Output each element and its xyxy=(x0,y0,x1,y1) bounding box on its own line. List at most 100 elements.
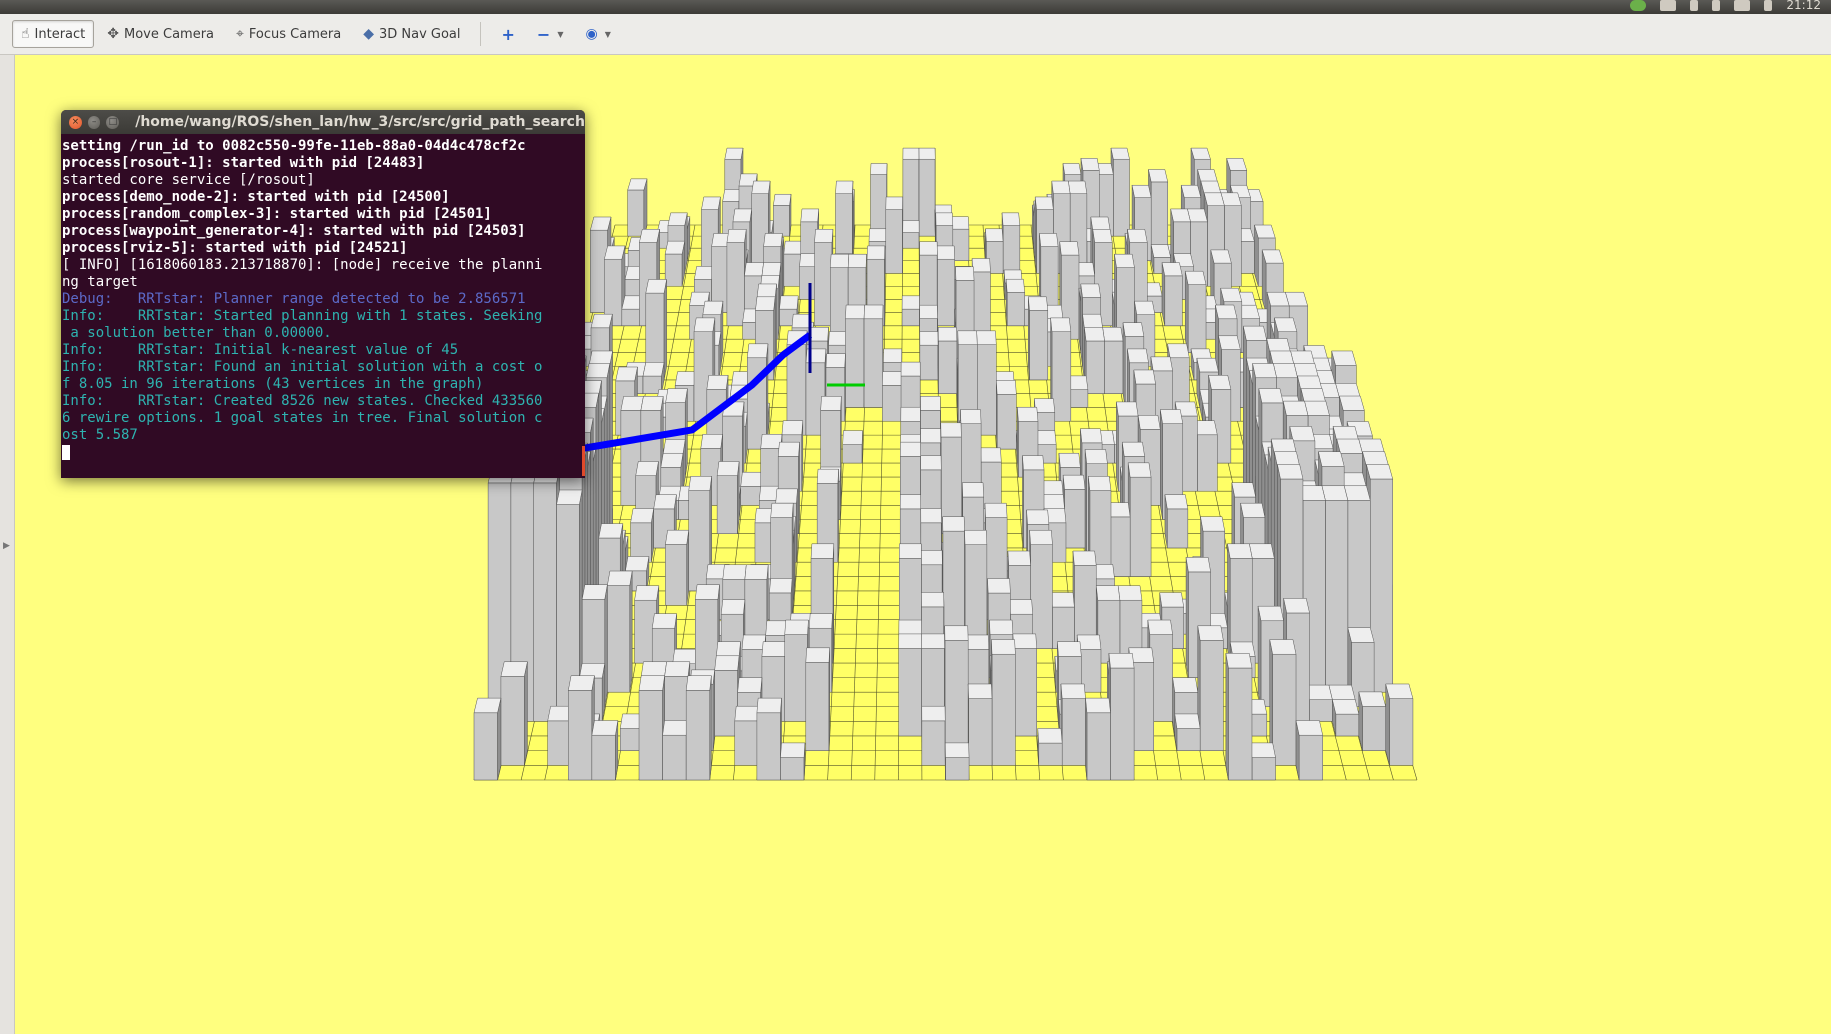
terminal-line: a solution better than 0.00000. xyxy=(62,325,332,341)
voxel-face xyxy=(951,216,970,230)
voxel-face xyxy=(640,396,664,411)
close-icon[interactable]: × xyxy=(69,115,82,129)
voxel-face xyxy=(645,279,667,294)
voxel-face xyxy=(473,697,502,714)
obstacle-voxel xyxy=(1102,327,1124,394)
voxel-face xyxy=(1277,464,1304,480)
voxel-face xyxy=(1050,317,1072,332)
voxel-face xyxy=(1203,192,1225,206)
voxel-face xyxy=(1009,599,1033,615)
terminal-output[interactable]: setting /run_id to 0082c550-99fe-11eb-88… xyxy=(61,134,585,461)
view-options-button[interactable]: ◉ ▼ xyxy=(576,20,619,48)
obstacle-voxel xyxy=(1072,550,1097,649)
add-tool-button[interactable]: + xyxy=(493,20,524,48)
voxel-face xyxy=(1282,400,1309,416)
voxel-face xyxy=(702,300,724,315)
voxel-face xyxy=(1007,550,1031,566)
voxel-face xyxy=(1197,434,1218,492)
left-dock-strip[interactable]: ▶ xyxy=(0,55,15,1034)
voxel-face xyxy=(1185,557,1189,678)
voxel-face xyxy=(1080,428,1103,444)
voxel-face xyxy=(901,295,920,310)
voxel-face xyxy=(964,529,988,545)
battery-icon[interactable] xyxy=(1734,0,1751,11)
obstacle-voxel xyxy=(1108,653,1135,781)
obstacle-voxel xyxy=(1084,327,1105,394)
voxel-face xyxy=(1257,605,1284,622)
voxel-face xyxy=(991,653,1016,766)
obstacle-voxel xyxy=(1295,720,1324,781)
keyboard-icon[interactable] xyxy=(1660,0,1677,11)
voxel-face xyxy=(664,253,683,287)
voxel-face xyxy=(1385,683,1414,699)
voxel-face xyxy=(1013,648,1037,737)
voxel-face xyxy=(805,647,830,663)
voxel-face xyxy=(1226,158,1248,171)
voxel-face xyxy=(1270,438,1297,454)
remove-tool-button[interactable]: − ▼ xyxy=(528,20,573,48)
voxel-face xyxy=(1072,550,1097,566)
terminal-window[interactable]: × – □ /home/wang/ROS/shen_lan/hw_3/src/s… xyxy=(61,110,585,478)
obstacle-voxel xyxy=(898,633,922,737)
minimize-icon[interactable]: – xyxy=(87,115,101,129)
voxel-face xyxy=(1254,224,1276,239)
obstacle-voxel xyxy=(937,327,958,394)
voxel-face xyxy=(1017,406,1039,422)
voxel-face xyxy=(1321,485,1349,501)
move-camera-tool-button[interactable]: ✥ Move Camera xyxy=(98,20,223,48)
maximize-icon[interactable]: □ xyxy=(106,115,120,129)
voxel-face xyxy=(653,494,677,510)
voxel-face xyxy=(1127,348,1149,364)
voxel-face xyxy=(769,578,793,594)
obstacle-voxel xyxy=(936,245,955,327)
clock[interactable]: 21:12 xyxy=(1786,0,1821,12)
terminal-line: 6 rewire options. 1 goal states in tree.… xyxy=(62,410,543,426)
chevron-down-icon: ▼ xyxy=(557,29,564,39)
terminal-titlebar[interactable]: × – □ /home/wang/ROS/shen_lan/hw_3/src/s… xyxy=(61,110,585,134)
voxel-face xyxy=(1150,356,1173,372)
nav-goal-tool-button[interactable]: ◆ 3D Nav Goal xyxy=(354,20,469,48)
voxel-face xyxy=(1159,592,1185,608)
voxel-face xyxy=(1117,585,1143,601)
voxel-face xyxy=(987,578,1011,594)
focus-camera-tool-button[interactable]: ⌖ Focus Camera xyxy=(227,20,350,48)
voxel-face xyxy=(1108,653,1135,669)
voxel-face xyxy=(955,266,975,281)
volume-muted-icon[interactable] xyxy=(1764,0,1773,11)
voxel-face xyxy=(662,734,687,781)
obstacle-voxel xyxy=(1062,474,1086,549)
obstacle-voxel xyxy=(965,634,990,693)
voxel-face xyxy=(845,318,865,408)
voxel-face xyxy=(1273,451,1300,467)
voxel-face xyxy=(715,641,741,657)
terminal-cursor xyxy=(62,444,70,460)
obstacle-voxel xyxy=(921,705,946,766)
voxel-face xyxy=(971,258,991,273)
voxel-face xyxy=(1187,208,1208,223)
voxel-face xyxy=(1042,494,1065,510)
voxel-face xyxy=(935,212,954,226)
voxel-face xyxy=(1242,325,1268,341)
voxel-face xyxy=(714,655,740,671)
interact-tool-button[interactable]: ☝ Interact xyxy=(12,20,95,48)
voxel-face xyxy=(783,240,803,255)
voxel-face xyxy=(1002,225,1021,274)
voxel-face xyxy=(902,147,920,160)
voxel-face xyxy=(936,258,955,327)
voxel-face xyxy=(1061,698,1086,766)
nav-goal-tool-label: 3D Nav Goal xyxy=(378,26,461,42)
voxel-face xyxy=(799,266,817,300)
voxel-face xyxy=(921,592,945,608)
voxel-face xyxy=(1199,640,1224,751)
transfer-icon[interactable] xyxy=(1690,0,1699,11)
voxel-face xyxy=(967,683,993,699)
network-icon[interactable] xyxy=(1630,0,1647,11)
voxel-face xyxy=(1102,327,1124,342)
voxel-face xyxy=(1172,677,1199,693)
expand-panel-icon[interactable]: ▶ xyxy=(3,541,10,551)
voxel-face xyxy=(714,670,738,737)
voxel-face xyxy=(1358,438,1385,454)
voxel-face xyxy=(1258,388,1284,404)
bluetooth-icon[interactable] xyxy=(1712,0,1721,11)
voxel-face xyxy=(741,634,766,650)
